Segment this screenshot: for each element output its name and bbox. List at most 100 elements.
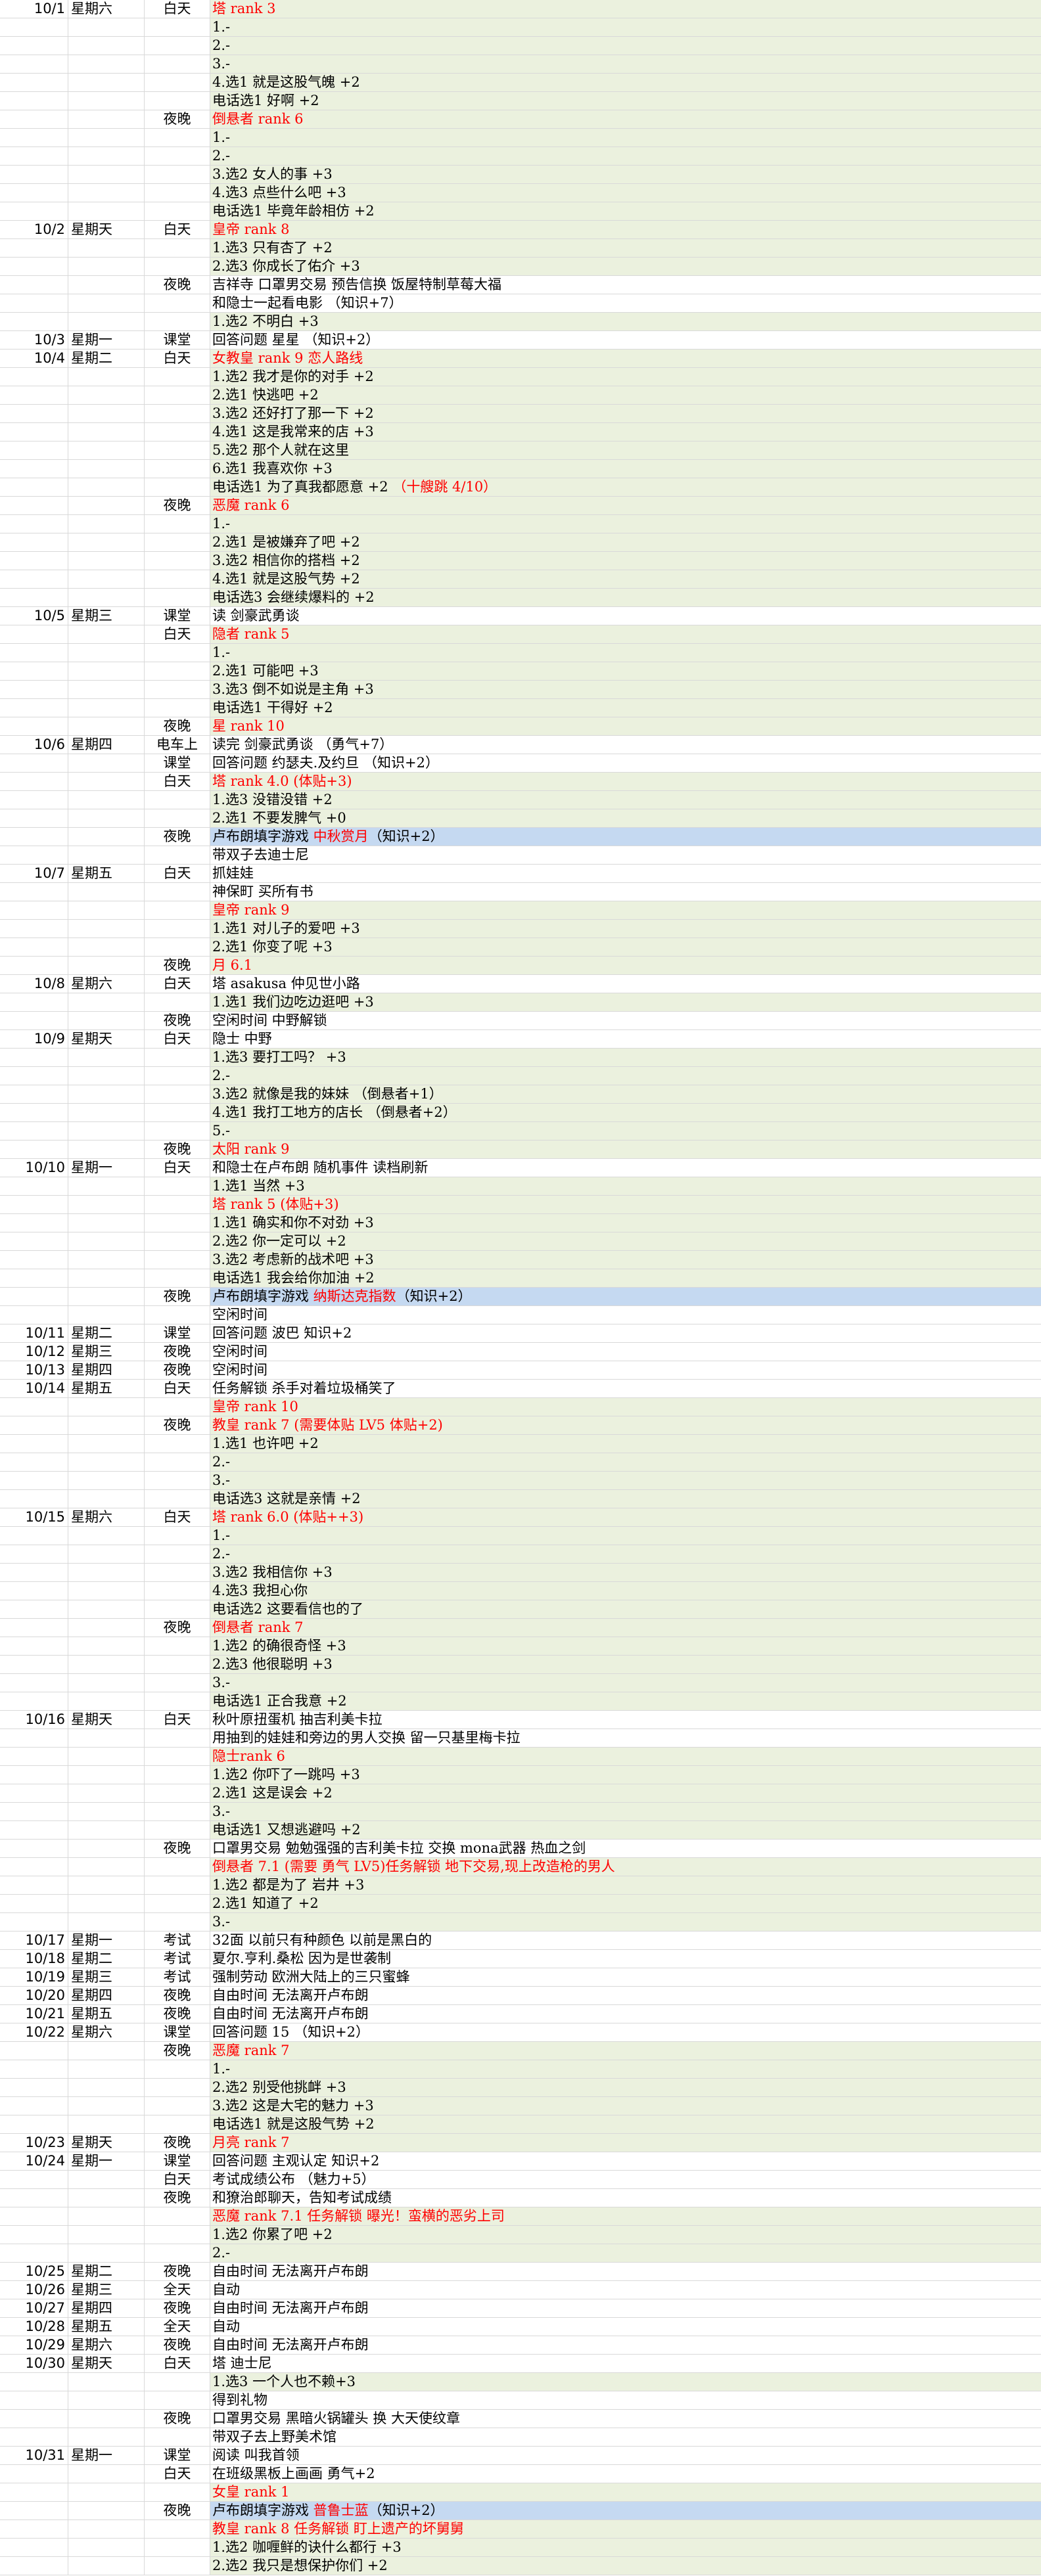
cell-date[interactable]: [0, 1821, 68, 1839]
cell-weekday[interactable]: [68, 184, 145, 202]
cell-weekday[interactable]: [68, 2557, 145, 2575]
cell-weekday[interactable]: [68, 1656, 145, 1673]
cell-content[interactable]: 塔 rank 6.0 (体贴++3): [210, 1508, 1041, 1526]
cell-date[interactable]: [0, 1784, 68, 1802]
cell-weekday[interactable]: [68, 1435, 145, 1453]
cell-date[interactable]: [0, 1122, 68, 1140]
cell-weekday[interactable]: [68, 2115, 145, 2133]
cell-period[interactable]: [145, 1122, 210, 1140]
cell-weekday[interactable]: [68, 1858, 145, 1876]
cell-weekday[interactable]: [68, 129, 145, 147]
cell-content[interactable]: 4.选1 我打工地方的店长 （倒悬者+2）: [210, 1104, 1041, 1121]
cell-period[interactable]: [145, 184, 210, 202]
cell-weekday[interactable]: [68, 2539, 145, 2556]
cell-content[interactable]: 读 剑豪武勇谈: [210, 607, 1041, 625]
cell-weekday[interactable]: [68, 1692, 145, 1710]
cell-period[interactable]: [145, 552, 210, 570]
cell-period[interactable]: [145, 515, 210, 533]
cell-content[interactable]: 电话选3 会继续爆料的 +2: [210, 589, 1041, 606]
cell-weekday[interactable]: [68, 662, 145, 680]
cell-weekday[interactable]: [68, 1472, 145, 1489]
cell-period[interactable]: [145, 1600, 210, 1618]
cell-weekday[interactable]: 星期四: [68, 2299, 145, 2317]
cell-weekday[interactable]: [68, 166, 145, 183]
cell-period[interactable]: [145, 1564, 210, 1581]
cell-content[interactable]: 2.选1 快逃吧 +2: [210, 386, 1041, 404]
cell-content[interactable]: 32面 以前只有种颜色 以前是黑白的: [210, 1932, 1041, 1949]
cell-date[interactable]: [0, 993, 68, 1011]
cell-period[interactable]: 白天: [145, 221, 210, 238]
cell-content[interactable]: 电话选2 这要看信也的了: [210, 1600, 1041, 1618]
cell-period[interactable]: 白天: [145, 1508, 210, 1526]
cell-content[interactable]: 2.选1 是被嫌弃了吧 +2: [210, 533, 1041, 551]
cell-content[interactable]: 1.选2 咖喱鲜的诀什么都行 +3: [210, 2539, 1041, 2556]
cell-content[interactable]: 1.-: [210, 129, 1041, 147]
cell-content[interactable]: 5.选2 那个人就在这里: [210, 441, 1041, 459]
cell-date[interactable]: [0, 1656, 68, 1673]
cell-period[interactable]: 白天: [145, 1030, 210, 1048]
cell-weekday[interactable]: [68, 533, 145, 551]
cell-date[interactable]: [0, 2226, 68, 2244]
cell-period[interactable]: [145, 901, 210, 919]
cell-date[interactable]: [0, 846, 68, 864]
cell-period[interactable]: [145, 791, 210, 809]
cell-content[interactable]: 得到礼物: [210, 2391, 1041, 2409]
cell-date[interactable]: 10/14: [0, 1380, 68, 1397]
cell-weekday[interactable]: [68, 1012, 145, 1029]
cell-content[interactable]: 电话选1 毕竟年龄相仿 +2: [210, 202, 1041, 220]
cell-date[interactable]: [0, 920, 68, 938]
cell-period[interactable]: 考试: [145, 1968, 210, 1986]
cell-weekday[interactable]: [68, 1766, 145, 1784]
cell-period[interactable]: [145, 405, 210, 422]
cell-content[interactable]: 用抽到的娃娃和旁边的男人交换 留一只基里梅卡拉: [210, 1729, 1041, 1747]
cell-weekday[interactable]: 星期四: [68, 736, 145, 754]
cell-date[interactable]: [0, 2097, 68, 2115]
cell-weekday[interactable]: 星期六: [68, 2336, 145, 2354]
cell-date[interactable]: 10/22: [0, 2023, 68, 2041]
cell-date[interactable]: [0, 497, 68, 514]
cell-weekday[interactable]: 星期六: [68, 1508, 145, 1526]
cell-weekday[interactable]: 星期六: [68, 2023, 145, 2041]
cell-content[interactable]: 教皇 rank 8 任务解锁 盯上遗产的坏舅舅: [210, 2520, 1041, 2538]
cell-weekday[interactable]: [68, 2373, 145, 2391]
cell-period[interactable]: 夜晚: [145, 110, 210, 128]
cell-weekday[interactable]: [68, 552, 145, 570]
cell-period[interactable]: [145, 2557, 210, 2575]
cell-date[interactable]: [0, 2042, 68, 2060]
cell-weekday[interactable]: [68, 74, 145, 91]
cell-date[interactable]: [0, 2373, 68, 2391]
cell-weekday[interactable]: [68, 1141, 145, 1158]
cell-weekday[interactable]: [68, 1196, 145, 1213]
cell-content[interactable]: 塔 rank 5 (体贴+3): [210, 1196, 1041, 1213]
cell-period[interactable]: [145, 1177, 210, 1195]
cell-weekday[interactable]: [68, 1085, 145, 1103]
cell-content[interactable]: 1.选3 没错没错 +2: [210, 791, 1041, 809]
cell-content[interactable]: 空闲时间: [210, 1306, 1041, 1324]
cell-period[interactable]: [145, 147, 210, 165]
cell-date[interactable]: [0, 2410, 68, 2428]
cell-period[interactable]: [145, 883, 210, 901]
cell-content[interactable]: 自由时间 无法离开卢布朗: [210, 2299, 1041, 2317]
cell-date[interactable]: [0, 2244, 68, 2262]
cell-weekday[interactable]: [68, 1416, 145, 1434]
cell-content[interactable]: 2.-: [210, 1067, 1041, 1085]
cell-content[interactable]: 3.-: [210, 1803, 1041, 1820]
cell-weekday[interactable]: [68, 1619, 145, 1637]
cell-date[interactable]: [0, 1840, 68, 1857]
cell-period[interactable]: [145, 386, 210, 404]
cell-date[interactable]: [0, 901, 68, 919]
cell-content[interactable]: 3.选3 倒不如说是主角 +3: [210, 681, 1041, 698]
cell-period[interactable]: 夜晚: [145, 1012, 210, 1029]
cell-weekday[interactable]: 星期天: [68, 2355, 145, 2372]
cell-content[interactable]: 1.-: [210, 644, 1041, 662]
cell-date[interactable]: [0, 1177, 68, 1195]
cell-content[interactable]: 3.选2 这是大宅的魅力 +3: [210, 2097, 1041, 2115]
cell-date[interactable]: [0, 313, 68, 330]
cell-content[interactable]: 皇帝 rank 8: [210, 221, 1041, 238]
cell-date[interactable]: [0, 258, 68, 275]
cell-weekday[interactable]: [68, 478, 145, 496]
cell-weekday[interactable]: [68, 55, 145, 73]
cell-weekday[interactable]: 星期一: [68, 1932, 145, 1949]
cell-weekday[interactable]: [68, 405, 145, 422]
cell-weekday[interactable]: [68, 1840, 145, 1857]
